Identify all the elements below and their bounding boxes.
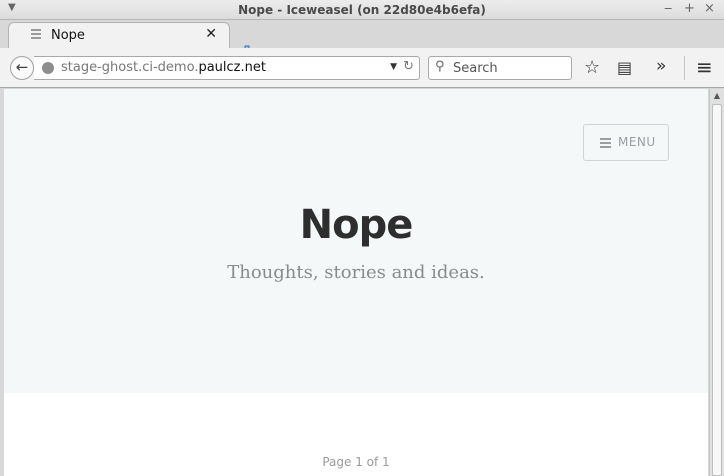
- search-icon: ⚲: [435, 59, 445, 74]
- minimize-button[interactable]: ‒: [664, 1, 672, 16]
- back-button[interactable]: ←: [10, 56, 34, 80]
- pagination-text: Page 1 of 1: [322, 455, 390, 469]
- menu-label: MENU: [618, 135, 656, 149]
- toolbar-separator: [684, 56, 685, 80]
- vertical-scrollbar[interactable]: ▲: [709, 89, 724, 476]
- blog-title[interactable]: Nope: [4, 202, 708, 248]
- search-input[interactable]: ⚲ Search: [428, 56, 572, 80]
- globe-icon: [42, 62, 54, 74]
- page-content: MENU Nope Thoughts, stories and ideas. P…: [4, 89, 708, 476]
- close-tab-icon[interactable]: ✕: [205, 26, 217, 42]
- navigation-toolbar: stage-ghost.ci-demo.paulcz.net ▼ ↻ ← ⚲ S…: [0, 48, 724, 88]
- window-titlebar[interactable]: ▼ Nope - Iceweasel (on 22d80e4b6efa) ‒ +…: [0, 0, 724, 20]
- blog-description: Thoughts, stories and ideas.: [227, 262, 485, 283]
- menu-bars-icon: [600, 138, 611, 150]
- overflow-menu-icon[interactable]: »: [656, 56, 666, 76]
- page-favicon-icon: [31, 29, 41, 39]
- scroll-up-icon[interactable]: ▲: [710, 89, 724, 103]
- menu-button[interactable]: MENU: [583, 124, 669, 161]
- maximize-button[interactable]: +: [684, 1, 695, 16]
- bookmark-star-icon[interactable]: ☆: [584, 57, 600, 78]
- library-icon[interactable]: ▤: [617, 58, 632, 77]
- url-bar[interactable]: stage-ghost.ci-demo.paulcz.net ▼ ↻: [34, 56, 420, 80]
- url-text[interactable]: stage-ghost.ci-demo.paulcz.net: [61, 60, 266, 75]
- tab-nope[interactable]: Nope ✕: [8, 22, 230, 48]
- window-title: Nope - Iceweasel (on 22d80e4b6efa): [238, 3, 486, 17]
- search-placeholder: Search: [453, 61, 498, 76]
- tab-label: Nope: [51, 28, 85, 43]
- scrollbar-thumb[interactable]: [712, 104, 722, 476]
- url-history-dropdown-icon[interactable]: ▼: [390, 62, 397, 72]
- close-window-button[interactable]: ×: [704, 1, 715, 16]
- tab-strip: Nope ✕: [0, 20, 724, 61]
- reload-icon[interactable]: ↻: [403, 59, 414, 74]
- blog-header: MENU Nope Thoughts, stories and ideas.: [4, 89, 708, 393]
- hamburger-menu-icon[interactable]: ≡: [696, 55, 713, 79]
